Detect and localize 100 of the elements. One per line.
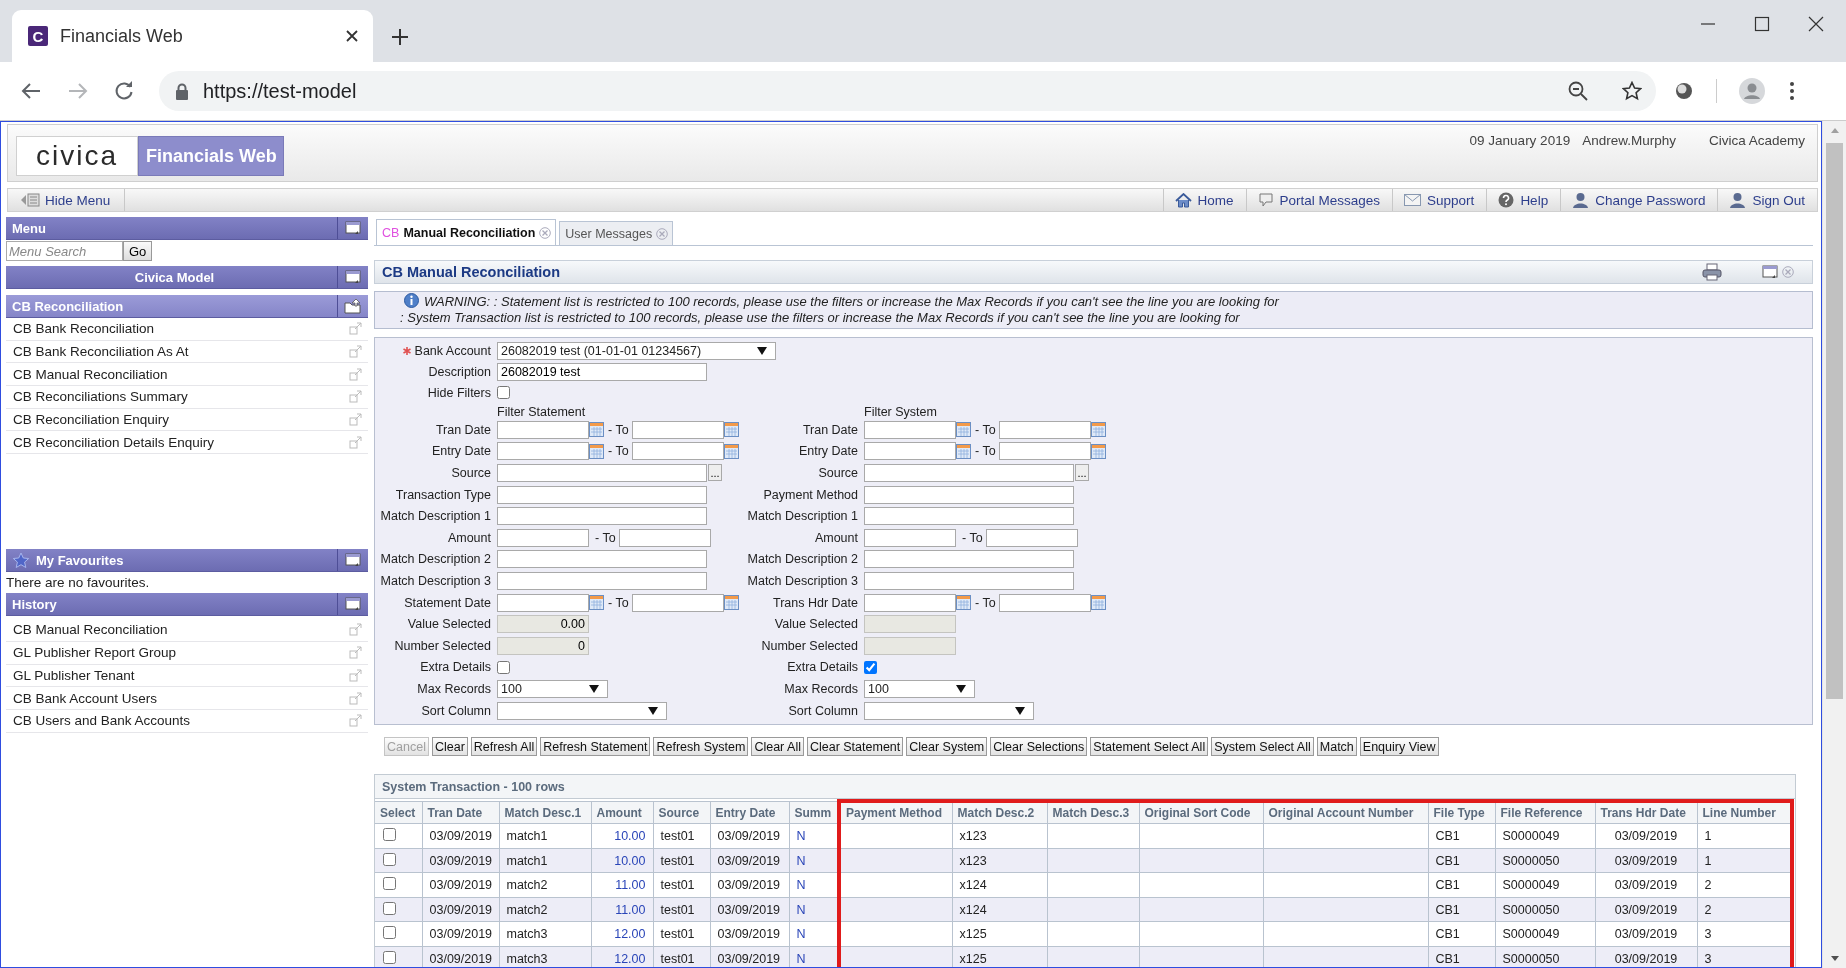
calendar-icon[interactable] <box>723 595 739 611</box>
column-header[interactable]: Payment Method <box>839 801 952 824</box>
amount-field[interactable] <box>864 528 956 547</box>
action-button[interactable]: Refresh All <box>470 737 538 757</box>
column-header[interactable]: Entry Date <box>710 801 789 824</box>
action-button[interactable]: Statement Select All <box>1090 737 1209 757</box>
window-icon[interactable] <box>345 597 361 612</box>
calendar-icon[interactable] <box>956 422 971 438</box>
search-field[interactable]: Menu Search <box>6 241 123 261</box>
text-field[interactable] <box>497 507 707 526</box>
scrollbar-thumb[interactable] <box>1826 143 1843 699</box>
extension-icon[interactable] <box>1674 81 1694 101</box>
menu-item[interactable]: GL Publisher Report Group <box>6 641 368 665</box>
action-button[interactable]: System Select All <box>1211 737 1314 757</box>
external-link-icon[interactable] <box>349 367 362 381</box>
calendar-icon[interactable] <box>723 422 739 438</box>
date-field[interactable] <box>631 442 724 461</box>
lookup-field[interactable] <box>864 464 1074 482</box>
date-field[interactable] <box>998 593 1091 612</box>
text-field[interactable] <box>864 507 1074 526</box>
action-button[interactable]: Clear All <box>751 737 804 757</box>
column-header[interactable]: Trans Hdr Date <box>1595 801 1697 824</box>
value-field[interactable]: 0.00 <box>497 615 589 634</box>
date-field[interactable] <box>864 420 956 439</box>
zoom-out-icon[interactable] <box>1568 81 1588 101</box>
lookup-button[interactable]: ... <box>1075 464 1089 482</box>
address-bar[interactable]: https://test-model <box>159 71 1656 111</box>
external-link-icon[interactable] <box>349 345 362 359</box>
amount-field[interactable] <box>618 528 711 547</box>
tab[interactable]: CB Manual Reconciliation <box>376 219 557 245</box>
column-header[interactable]: File Reference <box>1495 801 1595 824</box>
text-field[interactable] <box>864 485 1074 504</box>
action-button[interactable]: Clear <box>431 737 468 757</box>
window-icon[interactable] <box>345 553 361 568</box>
column-header[interactable]: Line Number <box>1697 801 1792 824</box>
caret-down-icon[interactable] <box>1015 706 1025 715</box>
external-link-icon[interactable] <box>349 390 362 404</box>
calendar-icon[interactable] <box>956 443 971 459</box>
value-field[interactable] <box>864 615 956 634</box>
menu-item[interactable]: CB Users and Bank Accounts <box>6 709 368 733</box>
value-field[interactable]: 0 <box>497 636 589 655</box>
back-arrow-icon[interactable] <box>20 81 42 101</box>
hide-menu-button[interactable]: Hide Menu <box>8 189 126 211</box>
calendar-icon[interactable] <box>956 595 971 611</box>
date-field[interactable] <box>631 593 724 612</box>
toolbar-link[interactable]: Home <box>1162 189 1246 211</box>
calendar-icon[interactable] <box>589 443 604 459</box>
new-tab-icon[interactable] <box>391 28 409 46</box>
checkbox[interactable] <box>497 660 510 674</box>
star-icon[interactable] <box>1622 81 1642 101</box>
external-link-icon[interactable] <box>349 668 362 682</box>
menu-item[interactable]: CB Bank Reconciliation <box>6 318 368 341</box>
text-field[interactable] <box>864 550 1074 569</box>
date-field[interactable] <box>497 442 589 461</box>
calendar-icon[interactable] <box>1090 422 1106 438</box>
column-header[interactable]: Source <box>653 801 710 824</box>
column-header[interactable]: Summ <box>789 801 839 824</box>
dropdown[interactable]: 26082019 test (01-01-01 01234567) <box>497 341 776 360</box>
menu-item[interactable]: CB Manual Reconciliation <box>6 363 368 387</box>
column-header[interactable]: Amount <box>591 801 653 824</box>
action-button[interactable]: Clear Selections <box>990 737 1088 757</box>
folder-icon[interactable] <box>344 298 362 314</box>
action-button[interactable]: Enquiry View <box>1359 737 1439 757</box>
dropdown[interactable]: 100 <box>864 679 975 698</box>
date-field[interactable] <box>497 420 589 439</box>
caret-down-icon[interactable] <box>589 684 599 693</box>
column-header[interactable]: Match Desc.2 <box>952 801 1047 824</box>
window-icon[interactable] <box>345 221 361 235</box>
external-link-icon[interactable] <box>349 322 362 336</box>
checkbox[interactable] <box>383 828 396 842</box>
amount-field[interactable] <box>497 528 589 547</box>
menu-item[interactable]: CB Bank Reconciliation As At <box>6 340 368 364</box>
avatar-icon[interactable] <box>1739 78 1765 104</box>
checkbox[interactable] <box>383 926 396 940</box>
calendar-icon[interactable] <box>589 595 604 611</box>
text-field[interactable]: 26082019 test <box>497 362 707 381</box>
text-field[interactable] <box>864 571 1074 590</box>
menu-item[interactable]: CB Manual Reconciliation <box>6 619 368 642</box>
caret-down-icon[interactable] <box>757 346 767 355</box>
calendar-icon[interactable] <box>723 443 739 459</box>
close-icon[interactable] <box>345 29 359 43</box>
calendar-icon[interactable] <box>589 422 604 438</box>
toolbar-link[interactable]: Support <box>1392 189 1487 211</box>
calendar-icon[interactable] <box>1090 595 1106 611</box>
date-field[interactable] <box>864 442 956 461</box>
action-button[interactable]: Refresh System <box>653 737 749 757</box>
caret-down-icon[interactable] <box>956 684 966 693</box>
maximize-icon[interactable] <box>1754 16 1770 32</box>
printer-icon[interactable] <box>1702 263 1722 281</box>
column-header[interactable]: File Type <box>1428 801 1495 824</box>
amount-field[interactable] <box>985 528 1078 547</box>
toolbar-link[interactable]: Sign Out <box>1717 189 1817 211</box>
window-icon[interactable] <box>345 270 361 284</box>
dropdown[interactable]: 100 <box>497 679 608 698</box>
menu-item[interactable]: CB Reconciliations Summary <box>6 386 368 409</box>
date-field[interactable] <box>497 593 589 612</box>
checkbox[interactable] <box>383 852 396 866</box>
menu-item[interactable]: CB Reconciliation Enquiry <box>6 408 368 432</box>
action-button[interactable]: Clear System <box>906 737 988 757</box>
window-icon[interactable] <box>1762 265 1778 279</box>
